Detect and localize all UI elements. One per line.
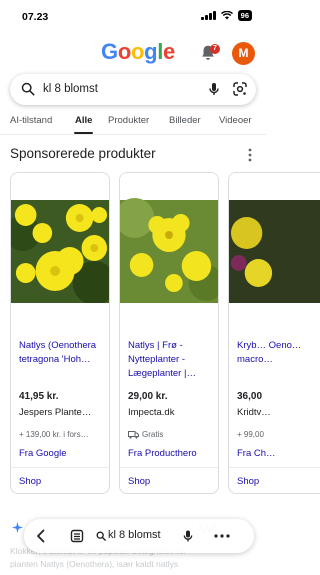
product-image[interactable] [229, 173, 320, 323]
card-divider [229, 467, 320, 468]
product-source-link[interactable]: Fra Producthero [128, 448, 197, 459]
status-icons: 96 [201, 10, 252, 21]
tab-images[interactable]: Billeder [169, 115, 201, 126]
product-store: Jespers Plante… [19, 407, 92, 418]
product-card[interactable]: Natlys (Oenothera tetragona 'Hoh… 41,95 … [10, 172, 110, 494]
tab-videos[interactable]: Videoer [219, 115, 252, 126]
search-box[interactable]: kl 8 blomst [10, 74, 256, 105]
tab-all[interactable]: Alle [75, 115, 92, 126]
status-time: 07.23 [22, 11, 49, 23]
mic-icon[interactable] [181, 529, 195, 543]
google-lens-icon[interactable] [232, 81, 248, 97]
active-tab-indicator [74, 132, 93, 134]
google-logo[interactable]: Google [101, 39, 175, 65]
logo-letter: g [144, 39, 158, 64]
section-title: Sponsorerede produkter [10, 146, 156, 161]
logo-letter: o [117, 39, 131, 64]
ai-sparkle-icon [12, 522, 23, 533]
product-image[interactable] [11, 173, 109, 323]
product-store: Impecta.dk [128, 407, 175, 418]
product-price: 36,00 [237, 391, 263, 402]
card-divider [120, 467, 218, 468]
product-source-link[interactable]: Fra Google [19, 448, 67, 459]
product-price: 29,00 kr. [128, 391, 168, 402]
mic-icon[interactable] [206, 81, 222, 97]
shop-button[interactable]: Shop [237, 476, 259, 487]
shop-button[interactable]: Shop [128, 476, 150, 487]
product-store: Kridtv… [237, 407, 271, 418]
logo-letter: e [163, 39, 175, 64]
product-source-link[interactable]: Fra Ch… [237, 448, 276, 459]
product-image[interactable] [120, 173, 218, 323]
logo-letter: o [130, 39, 145, 64]
tab-products[interactable]: Produkter [108, 115, 149, 126]
logo-letter: G [101, 39, 118, 64]
card-divider [11, 467, 109, 468]
signal-icon [201, 11, 216, 20]
product-shipping: + 99,00 [237, 430, 264, 439]
more-options-icon[interactable] [214, 534, 230, 538]
product-title[interactable]: Kryb… Oeno… macro… [237, 339, 320, 367]
product-title[interactable]: Natlys | Frø - Nytteplanter - Lægeplante… [128, 339, 214, 381]
shipping-text: Gratis [142, 430, 164, 439]
avatar[interactable]: M [232, 42, 255, 65]
search-tabs: AI-tilstand Alle Produkter Billeder Vide… [0, 111, 266, 135]
search-icon [21, 82, 35, 96]
shop-button[interactable]: Shop [19, 476, 41, 487]
product-card[interactable]: Natlys | Frø - Nytteplanter - Lægeplante… [119, 172, 219, 494]
product-title[interactable]: Natlys (Oenothera tetragona 'Hoh… [19, 339, 105, 367]
search-icon [96, 531, 106, 541]
battery-indicator: 96 [237, 10, 252, 21]
ai-overview-text: planten Natlys (Oenothera), især kaldt n… [10, 559, 179, 569]
delivery-truck-icon [128, 430, 139, 439]
wifi-icon [220, 11, 233, 20]
notification-badge: 7 [210, 44, 220, 54]
bottom-search-query[interactable]: kl 8 blomst [108, 529, 161, 541]
tabs-icon[interactable] [70, 529, 84, 543]
product-shipping: Gratis [128, 430, 163, 439]
back-icon[interactable] [34, 529, 48, 543]
status-bar: 07.23 96 [0, 0, 266, 32]
more-options-icon[interactable] [248, 148, 252, 162]
product-price: 41,95 kr. [19, 391, 59, 402]
search-input[interactable]: kl 8 blomst [43, 83, 98, 95]
tab-ai-mode[interactable]: AI-tilstand [10, 115, 52, 126]
bottom-toolbar: kl 8 blomst [24, 519, 254, 553]
product-card[interactable]: Kryb… Oeno… macro… 36,00 Kridtv… + 99,00… [228, 172, 320, 494]
product-shipping: + 139,00 kr. i fors… [19, 430, 89, 439]
